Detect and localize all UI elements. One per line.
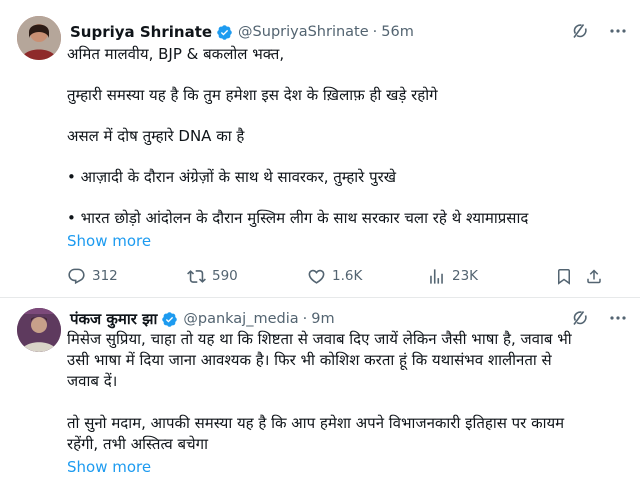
author-handle[interactable]: @SupriyaShrinate xyxy=(238,24,369,40)
timestamp[interactable]: 9m xyxy=(311,311,334,327)
author-handle[interactable]: @pankaj_media xyxy=(183,311,298,327)
tweet-header: पंकज कुमार झा @pankaj_media · 9m xyxy=(70,308,628,330)
verified-badge-icon xyxy=(161,311,178,328)
tweet-line: तुम्हारी समस्या यह है कि तुम हमेशा इस दे… xyxy=(67,86,438,104)
verified-badge-icon xyxy=(216,24,233,41)
tweet-line: • आज़ादी के दौरान अंग्रेज़ों के साथ थे स… xyxy=(67,168,397,186)
show-more-link[interactable]: Show more xyxy=(67,232,151,250)
author-name[interactable]: पंकज कुमार झा xyxy=(70,309,157,329)
retweet-button[interactable]: 590 xyxy=(187,267,307,286)
retweet-icon xyxy=(187,269,206,283)
avatar[interactable] xyxy=(17,308,61,352)
tweet-line: असल में दोष तुम्हारे DNA का है xyxy=(67,127,245,145)
separator: · xyxy=(372,24,378,40)
retweet-count: 590 xyxy=(212,268,238,284)
tweet-actions: 312 590 1.6K 23K xyxy=(67,266,620,286)
tweet[interactable]: Supriya Shrinate @SupriyaShrinate · 56m … xyxy=(0,0,640,298)
reply-count: 312 xyxy=(92,268,118,284)
grok-icon[interactable] xyxy=(570,21,590,41)
separator: · xyxy=(302,311,308,327)
more-icon[interactable] xyxy=(608,21,628,41)
reply-button[interactable]: 312 xyxy=(67,267,187,286)
tweet-line: मिसेज सुप्रिया, चाहा तो यह था कि शिष्टता… xyxy=(67,330,572,348)
avatar[interactable] xyxy=(17,16,61,60)
tweet-line: उसी भाषा में दिया जाना आवश्यक है। फिर भी… xyxy=(67,351,552,369)
author-name[interactable]: Supriya Shrinate xyxy=(70,23,212,41)
tweet-text: मिसेज सुप्रिया, चाहा तो यह था कि शिष्टता… xyxy=(67,329,620,455)
tweet-line: रहेंगी, तभी अस्तित्व बचेगा xyxy=(67,435,208,453)
share-icon xyxy=(587,268,601,283)
tweet-line: जवाब दें। xyxy=(67,372,118,390)
tweet-line: • भारत छोड़ो आंदोलन के दौरान मुस्लिम लीग… xyxy=(67,209,529,227)
tweet-header: Supriya Shrinate @SupriyaShrinate · 56m xyxy=(70,21,628,43)
timestamp[interactable]: 56m xyxy=(381,24,414,40)
like-count: 1.6K xyxy=(332,268,363,284)
views-icon xyxy=(430,268,443,284)
like-button[interactable]: 1.6K xyxy=(307,267,427,286)
tweet-text: अमित मालवीय, BJP & बकलोल भक्त, तुम्हारी … xyxy=(67,44,620,228)
show-more-link[interactable]: Show more xyxy=(67,458,151,476)
tweet-line: अमित मालवीय, BJP & बकलोल भक्त, xyxy=(67,45,285,63)
bookmark-icon xyxy=(558,268,570,285)
grok-icon[interactable] xyxy=(570,308,590,328)
reply-icon xyxy=(68,268,85,284)
like-icon xyxy=(308,269,325,284)
tweet-line: तो सुनो मदाम, आपकी समस्या यह है कि आप हम… xyxy=(67,414,565,432)
more-icon[interactable] xyxy=(608,308,628,328)
share-button[interactable] xyxy=(585,267,609,286)
tweet[interactable]: पंकज कुमार झा @pankaj_media · 9m मिसेज स… xyxy=(0,298,640,484)
views-button[interactable]: 23K xyxy=(427,267,555,286)
views-count: 23K xyxy=(452,268,479,284)
bookmark-button[interactable] xyxy=(555,267,579,286)
